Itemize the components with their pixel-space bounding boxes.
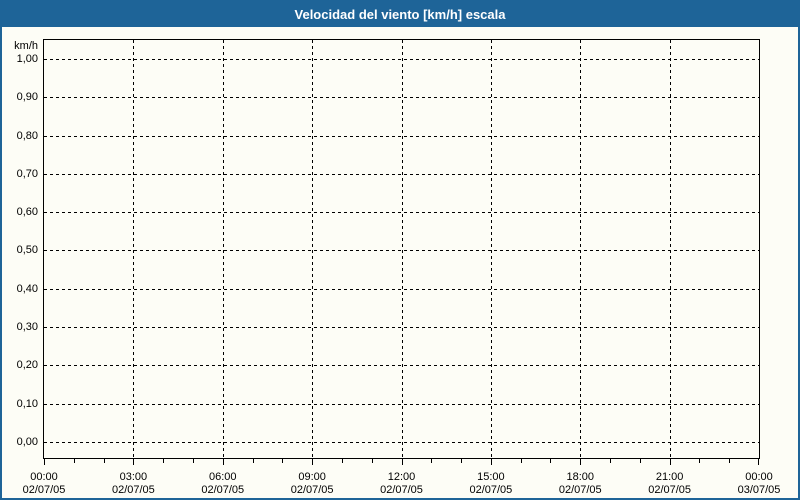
y-tick-label: 0,00 — [16, 435, 38, 448]
x-axis-minor-tick — [252, 459, 254, 463]
y-tick-label: 1,00 — [16, 53, 38, 65]
vertical-gridline — [401, 40, 403, 458]
y-tick-label: 0,90 — [16, 91, 38, 104]
y-tick-label: 0,20 — [16, 359, 38, 372]
y-tick-label: 0,70 — [16, 167, 38, 180]
x-tick-label: 06:00 02/07/05 — [181, 471, 265, 497]
x-tick-label: 00:00 03/07/05 — [717, 471, 798, 497]
x-tick-label: 15:00 02/07/05 — [449, 471, 533, 497]
vertical-gridline — [312, 40, 314, 458]
chart-window: Velocidad del viento [km/h] escala km/h … — [0, 0, 800, 500]
y-tick-label: 0,30 — [16, 320, 38, 333]
x-tick-time: 03:00 — [119, 471, 148, 483]
x-axis-minor-tick — [163, 459, 165, 463]
x-tick-time: 00:00 — [745, 471, 773, 483]
x-tick-date: 02/07/05 — [558, 484, 602, 496]
x-tick-date: 02/07/05 — [111, 484, 155, 496]
x-axis-minor-tick — [282, 459, 284, 463]
vertical-gridline — [580, 40, 582, 458]
plot-area — [43, 39, 760, 465]
x-axis-minor-tick — [73, 459, 75, 463]
x-tick-date: 02/07/05 — [22, 484, 66, 496]
x-tick-date: 02/07/05 — [290, 484, 334, 496]
x-axis-major-tick — [580, 459, 582, 465]
x-axis-major-tick — [669, 459, 671, 465]
x-tick-date: 02/07/05 — [648, 484, 692, 496]
x-tick-date: 02/07/05 — [201, 484, 245, 496]
vertical-gridline — [133, 40, 135, 458]
x-axis-minor-tick — [103, 459, 105, 463]
x-tick-label: 03:00 02/07/05 — [91, 471, 175, 497]
x-axis-minor-tick — [699, 459, 701, 463]
x-axis-minor-tick — [192, 459, 194, 463]
vertical-gridline — [669, 40, 671, 458]
x-axis-minor-tick — [371, 459, 373, 463]
x-axis-minor-tick — [520, 459, 522, 463]
x-axis-major-tick — [44, 459, 45, 465]
x-axis-minor-tick — [341, 459, 343, 463]
y-tick-label: 0,60 — [16, 206, 38, 219]
x-tick-time: 21:00 — [655, 471, 684, 483]
x-tick-label: 00:00 02/07/05 — [2, 471, 86, 497]
x-axis-minor-tick — [729, 459, 731, 463]
vertical-gridline — [490, 40, 492, 458]
x-tick-time: 18:00 — [566, 471, 595, 483]
chart-title-bar: Velocidad del viento [km/h] escala — [2, 2, 798, 27]
y-tick-label: 0,80 — [16, 129, 38, 142]
x-axis-major-tick — [312, 459, 314, 465]
y-tick-label: 0,40 — [16, 282, 38, 295]
x-tick-label: 12:00 02/07/05 — [360, 471, 444, 497]
x-tick-time: 09:00 — [298, 471, 326, 483]
x-tick-label: 18:00 02/07/05 — [538, 471, 622, 497]
x-tick-date: 02/07/05 — [380, 484, 423, 496]
x-tick-time: 06:00 — [208, 471, 237, 483]
x-tick-time: 12:00 — [387, 471, 416, 483]
vertical-gridline — [222, 40, 224, 458]
x-tick-date: 03/07/05 — [737, 484, 781, 496]
x-tick-label: 21:00 02/07/05 — [628, 471, 712, 497]
x-axis-minor-tick — [639, 459, 641, 463]
x-axis-major-tick — [758, 459, 759, 465]
x-axis-major-tick — [222, 459, 224, 465]
x-axis-minor-tick — [610, 459, 612, 463]
x-axis-major-tick — [401, 459, 403, 465]
x-axis-major-tick — [490, 459, 492, 465]
x-tick-time: 00:00 — [30, 471, 58, 483]
chart-title: Velocidad del viento [km/h] escala — [294, 7, 506, 22]
x-tick-date: 02/07/05 — [469, 484, 513, 496]
y-tick-label: 0,50 — [16, 244, 38, 257]
x-axis-major-tick — [133, 459, 135, 465]
x-tick-time: 15:00 — [477, 471, 505, 483]
x-axis-minor-tick — [550, 459, 552, 463]
x-axis-minor-tick — [431, 459, 433, 463]
y-tick-label: 0,10 — [16, 397, 38, 410]
x-tick-label: 09:00 02/07/05 — [270, 471, 354, 497]
x-axis-minor-tick — [461, 459, 463, 463]
